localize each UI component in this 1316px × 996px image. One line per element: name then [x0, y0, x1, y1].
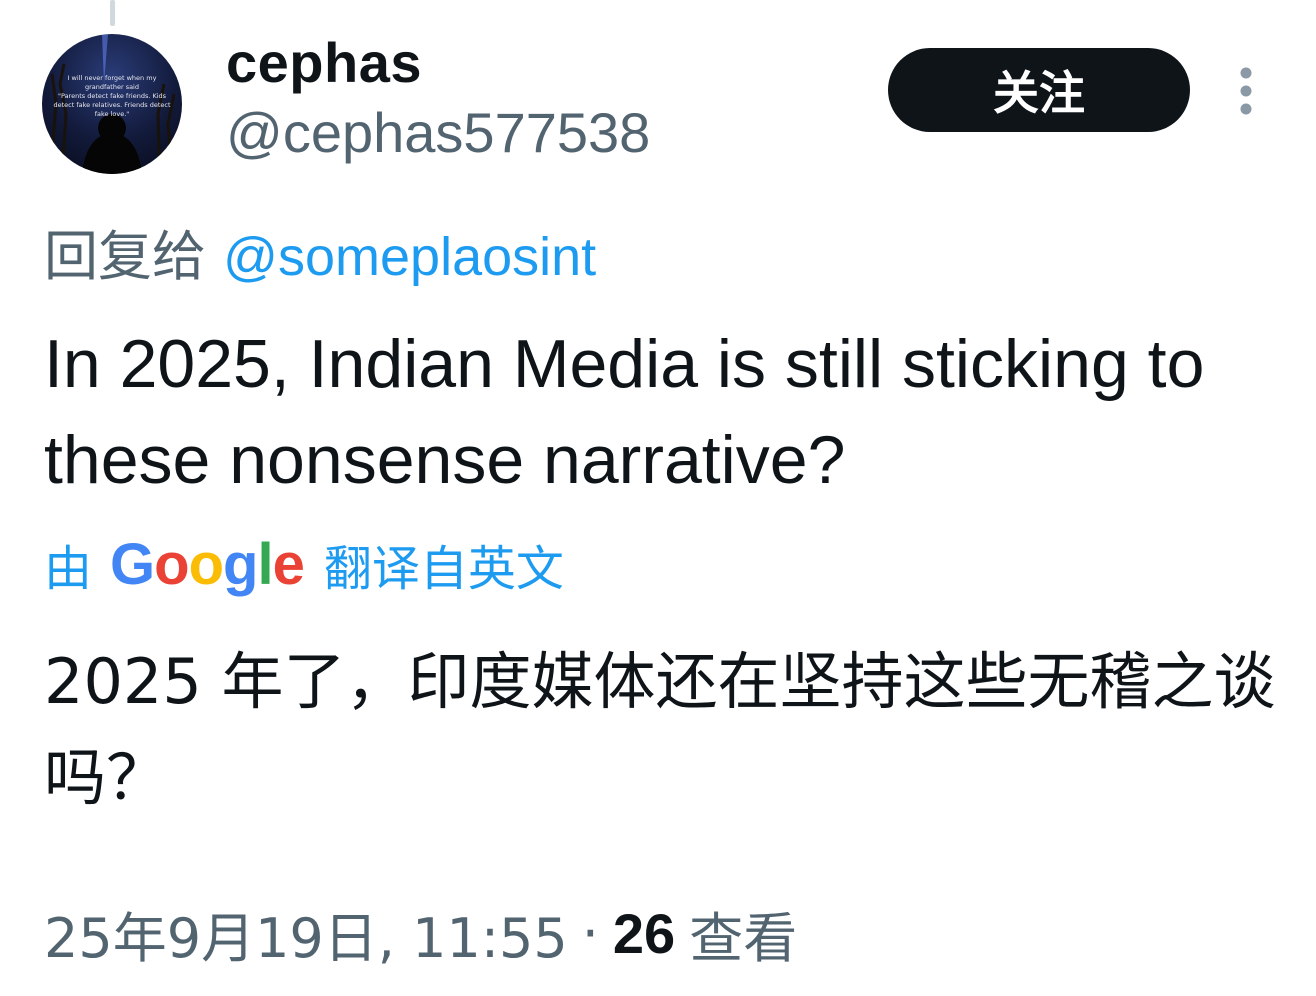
tweet-text: In 2025, Indian Media is still sticking … — [44, 326, 1205, 498]
author-handle[interactable]: @cephas577538 — [226, 100, 650, 165]
svg-text:grandfather said: grandfather said — [85, 83, 139, 91]
view-label: 查看 — [689, 907, 798, 970]
thread-connector-line — [110, 0, 115, 26]
meta-separator: · — [581, 902, 599, 965]
follow-button[interactable]: 关注 — [888, 48, 1190, 132]
google-logo-icon: Google — [110, 531, 305, 597]
avatar[interactable]: I will never forget when my grandfather … — [42, 34, 182, 174]
reply-mention-link[interactable]: @someplaosint — [223, 227, 596, 287]
tweet-timestamp[interactable]: 25年9月19日, 11:55 — [44, 894, 568, 973]
translation-by: 由 — [44, 541, 93, 597]
translation-suffix: 翻译自英文 — [323, 541, 564, 597]
more-vertical-icon[interactable] — [1228, 66, 1264, 116]
svg-text:detect fake relatives. Friends: detect fake relatives. Friends detect — [53, 101, 170, 109]
reply-prefix: 回复给 — [44, 225, 206, 288]
translated-tweet-text: 2025 年了，印度媒体还在坚持这些无稽之谈吗？ — [44, 645, 1276, 814]
svg-text:fake love.": fake love." — [95, 110, 130, 118]
follow-button-label: 关注 — [993, 66, 1085, 120]
avatar-image: I will never forget when my grandfather … — [48, 34, 176, 174]
reply-context: 回复给 @someplaosint — [44, 212, 596, 291]
svg-text:I will never forget when my: I will never forget when my — [68, 74, 157, 82]
view-count: 26 — [612, 902, 676, 965]
tweet-meta: 25年9月19日, 11:55 · 26 查看 — [44, 894, 797, 973]
svg-text:"Parents detect fake friends.: "Parents detect fake friends. Kids — [58, 92, 167, 100]
translation-attribution[interactable]: 由 Google 翻译自英文 — [44, 530, 564, 598]
author-display-name[interactable]: cephas — [226, 30, 422, 95]
